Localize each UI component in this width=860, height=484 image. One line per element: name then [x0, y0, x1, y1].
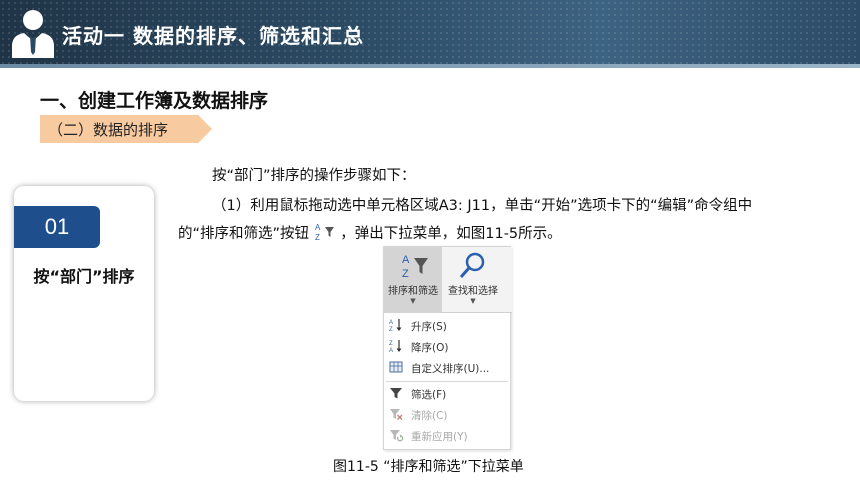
step-card: 01 按“部门”排序 [14, 186, 154, 401]
svg-text:Z: Z [389, 327, 393, 332]
chevron-down-icon: ▼ [470, 297, 476, 305]
filter-icon [390, 388, 402, 399]
menu-item-clear[interactable]: 清除(C) [384, 404, 512, 425]
figure-caption: 图11-5 “排序和筛选”下拉菜单 [333, 459, 524, 475]
svg-text:A: A [315, 223, 321, 232]
menu-item-label: 降序(O) [411, 342, 449, 354]
step-number-badge: 01 [14, 206, 100, 248]
instruction-line-2: （1）利用鼠标拖动选中单元格区域A3: J11，单击“开始”选项卡下的“编辑”命… [212, 198, 753, 214]
clear-filter-icon [390, 409, 403, 420]
svg-text:Z: Z [315, 233, 320, 242]
menu-item-reapply[interactable]: 重新应用(Y) [384, 425, 512, 446]
menu-item-label: 升序(S) [411, 321, 447, 333]
instruction-line-3: 的“排序和筛选”按钮 A Z ，弹出下拉菜单，如图11-5所示。 [178, 222, 562, 245]
step-card-label: 按“部门”排序 [33, 267, 135, 286]
menu-item-label: 自定义排序(U)... [411, 363, 490, 375]
sort-filter-inline-icon: A Z [315, 223, 334, 242]
sort-descending-icon: Z A [389, 340, 402, 353]
menu-item-sort-descending[interactable]: Z A 降序(O) [384, 336, 512, 357]
instruction-line-1: 按“部门”排序的操作步骤如下： [212, 168, 416, 184]
menu-item-sort-ascending[interactable]: A Z 升序(S) [384, 315, 512, 336]
reapply-icon [390, 430, 403, 442]
svg-text:Z: Z [402, 268, 409, 280]
sort-filter-button-label: 排序和筛选 [388, 286, 438, 297]
header-title: 活动一 数据的排序、筛选和汇总 [62, 24, 364, 48]
businessman-icon [12, 10, 54, 58]
ribbon-button-area: A Z 排序和筛选 ▼ 查找和选择 ▼ [384, 247, 512, 313]
menu-item-label: 清除(C) [411, 410, 448, 422]
sort-filter-menu: A Z 排序和筛选 ▼ 查找和选择 ▼ A Z 升序(S) Z A 降序(O) … [383, 246, 512, 450]
find-select-button[interactable]: 查找和选择 ▼ [442, 247, 504, 313]
svg-text:A: A [389, 320, 393, 326]
menu-item-custom-sort[interactable]: 自定义排序(U)... [384, 357, 512, 378]
magnifier-icon [459, 252, 485, 278]
svg-text:A: A [402, 254, 410, 266]
instruction-line-3-start: 的“排序和筛选”按钮 [178, 226, 310, 242]
menu-item-filter[interactable]: 筛选(F) [384, 383, 512, 404]
menu-item-label: 筛选(F) [411, 389, 447, 401]
sort-filter-icon: A Z [402, 254, 428, 280]
svg-text:A: A [389, 348, 393, 353]
find-select-button-label: 查找和选择 [448, 286, 498, 297]
section-title: 一、创建工作簿及数据排序 [40, 90, 269, 112]
chevron-down-icon: ▼ [410, 297, 416, 305]
subsection-ribbon: （二）数据的排序 [40, 115, 212, 143]
sort-ascending-icon: A Z [389, 319, 402, 332]
menu-separator [386, 381, 508, 382]
custom-sort-icon [389, 361, 403, 373]
instruction-line-3-end: ，弹出下拉菜单，如图11-5所示。 [340, 226, 562, 242]
subsection-ribbon-label: （二）数据的排序 [48, 121, 169, 139]
header-banner: 活动一 数据的排序、筛选和汇总 [0, 0, 860, 68]
svg-text:Z: Z [389, 341, 393, 347]
menu-item-label: 重新应用(Y) [411, 431, 468, 443]
header-stripe [0, 64, 860, 68]
sort-filter-button[interactable]: A Z 排序和筛选 ▼ [384, 247, 442, 313]
